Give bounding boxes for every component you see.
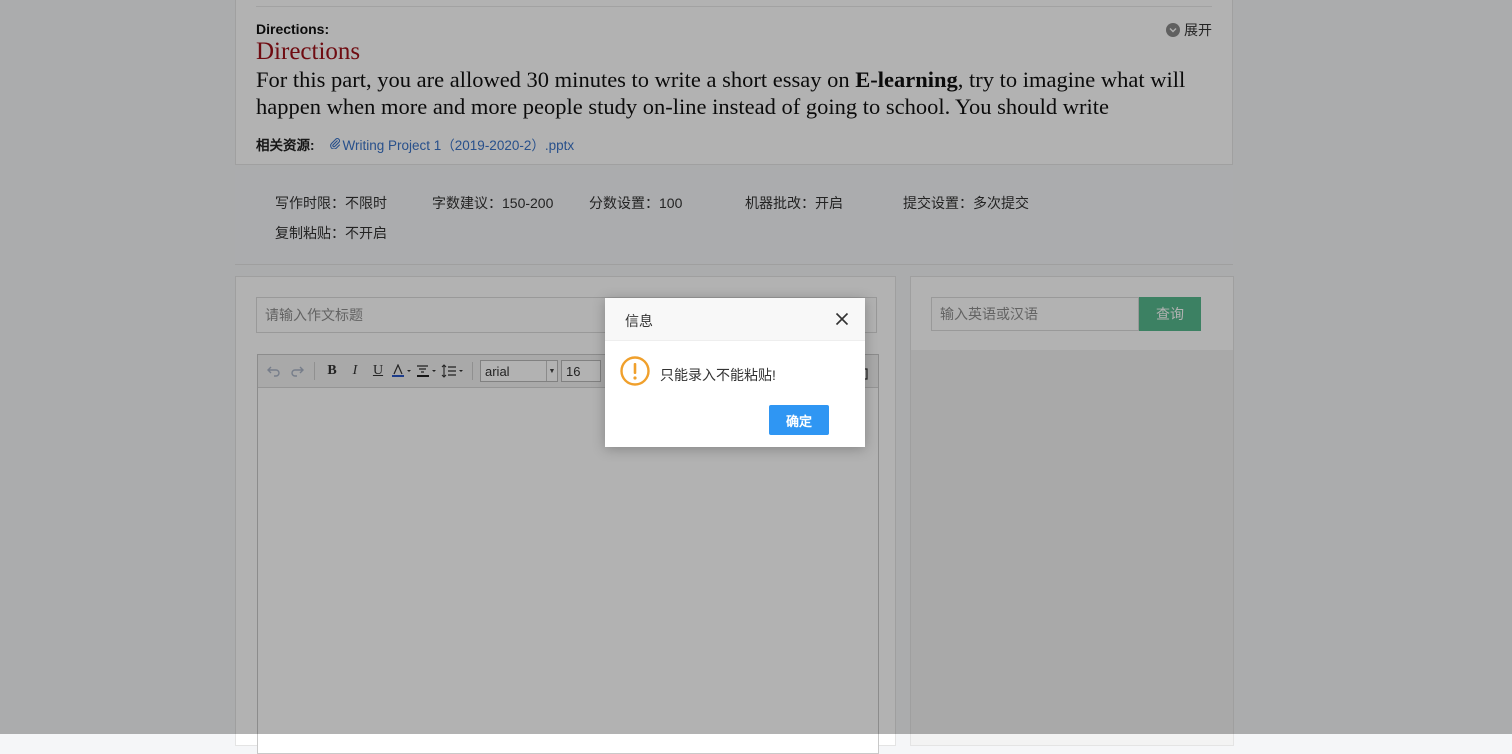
close-icon[interactable] (834, 311, 850, 327)
info-dialog: 信息 只能录入不能粘贴! 确定 (605, 298, 865, 447)
dialog-title: 信息 (625, 313, 653, 329)
dialog-header: 信息 (605, 298, 865, 341)
confirm-button[interactable]: 确定 (769, 405, 829, 435)
warning-icon (620, 356, 650, 391)
dialog-message: 只能录入不能粘贴! (660, 367, 776, 383)
